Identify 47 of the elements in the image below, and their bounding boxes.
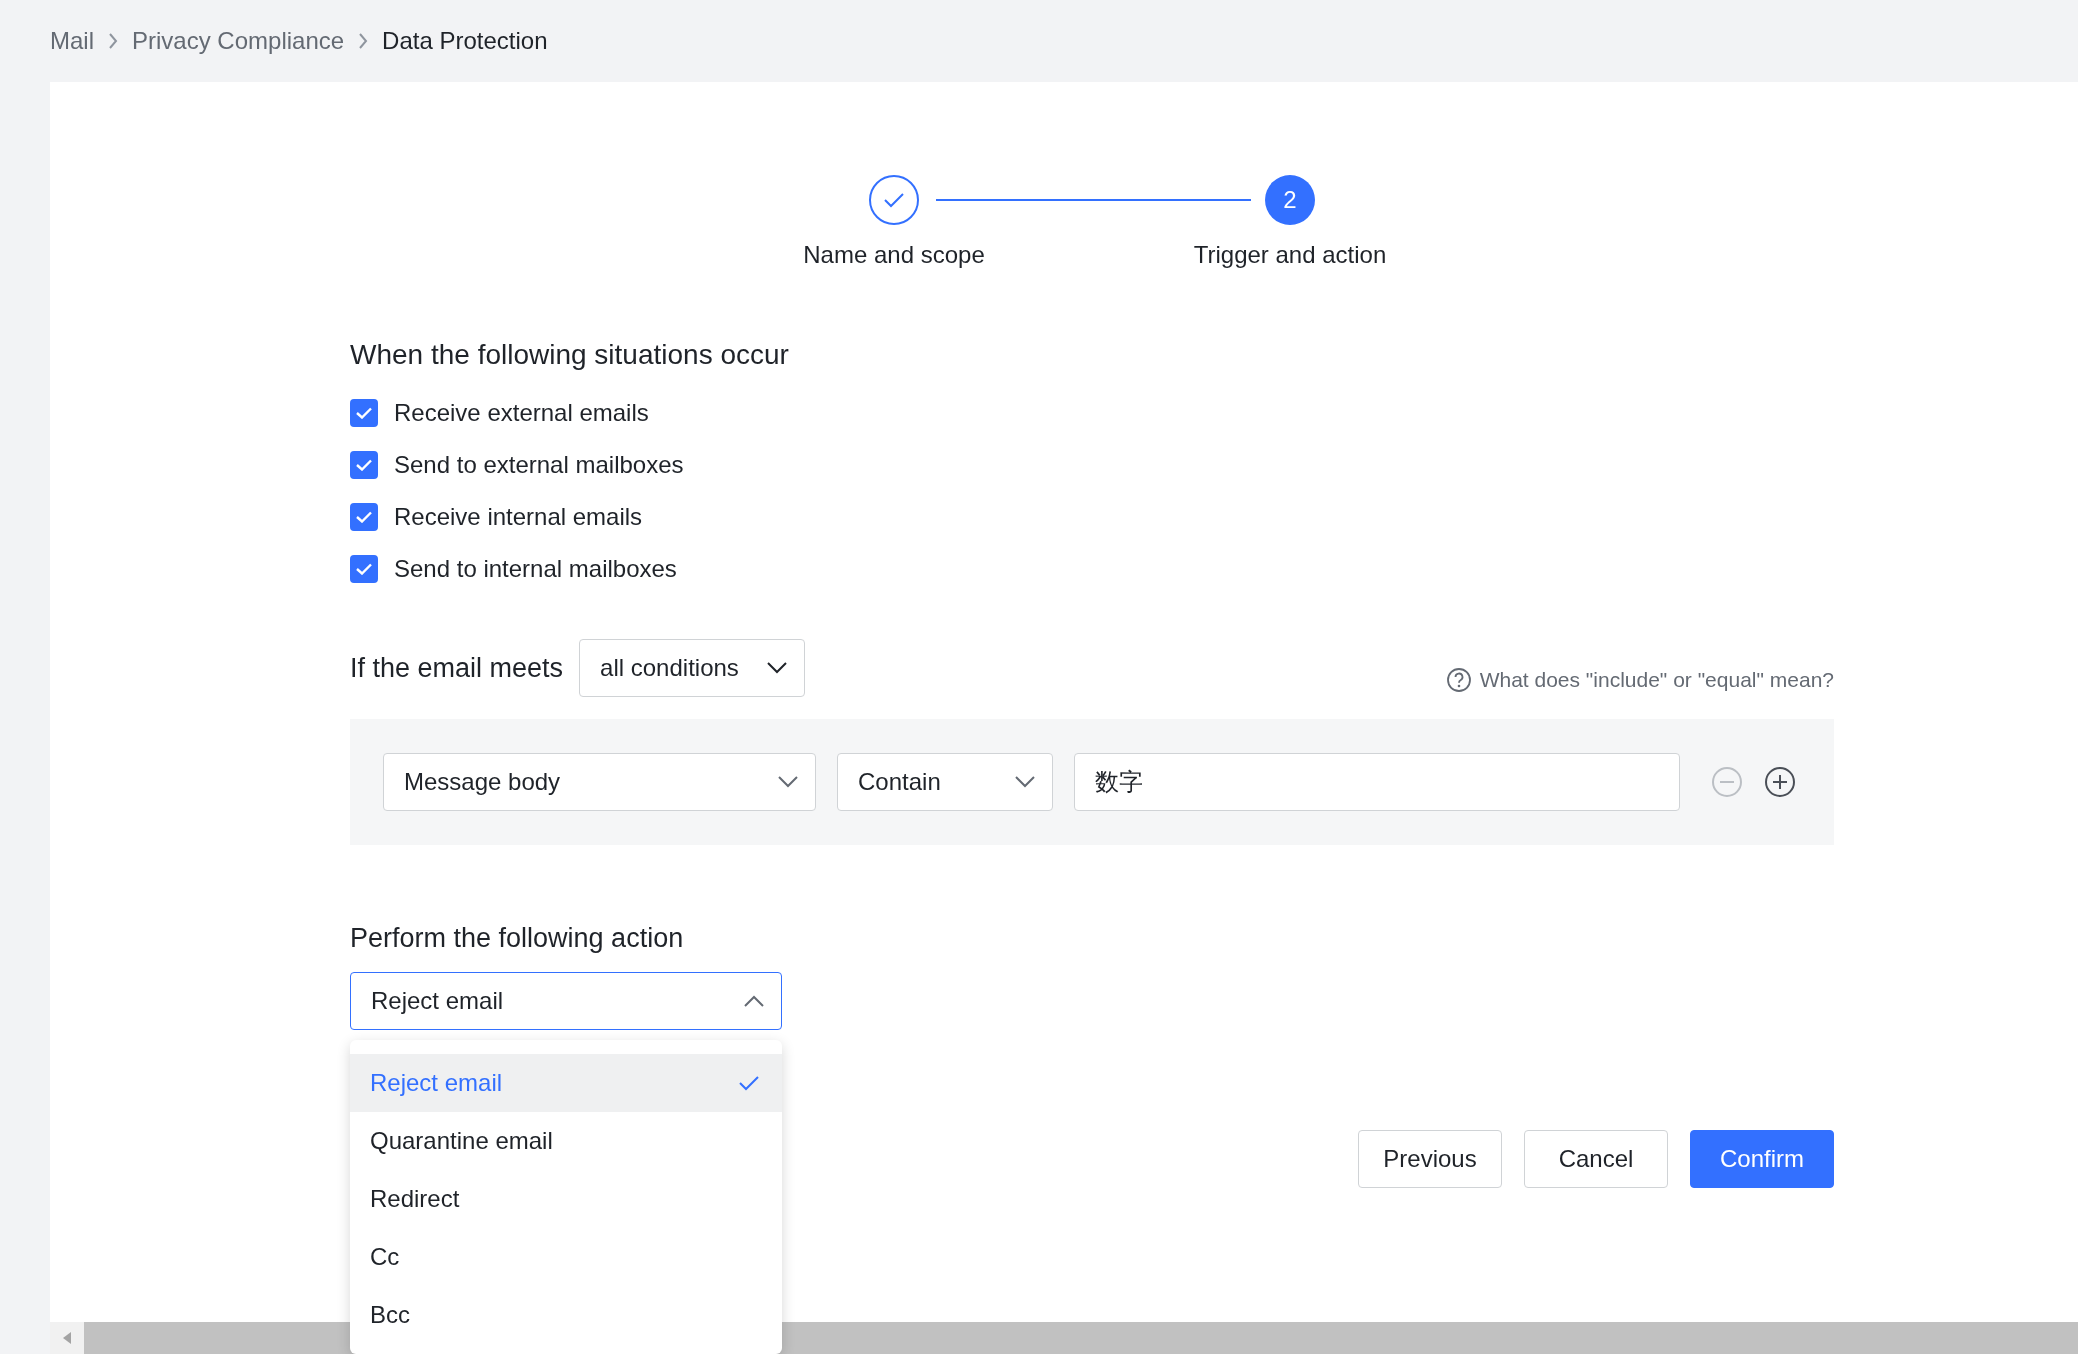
confirm-button[interactable]: Confirm xyxy=(1690,1130,1834,1188)
step-label: Name and scope xyxy=(803,241,985,269)
check-icon xyxy=(356,563,372,575)
secondary-button[interactable]: Cancel xyxy=(1524,1130,1668,1188)
secondary-button[interactable]: Previous xyxy=(1358,1130,1502,1188)
dropdown-option[interactable]: Bcc xyxy=(350,1286,782,1344)
condition-label: If the email meets xyxy=(350,652,564,684)
checkbox-label: Receive internal emails xyxy=(394,503,643,531)
checkbox[interactable] xyxy=(350,399,378,427)
field-dropdown[interactable]: Message body xyxy=(383,753,816,811)
checkbox[interactable] xyxy=(350,555,378,583)
breadcrumb-link[interactable]: Mail xyxy=(50,27,94,55)
help-link[interactable]: What does "include" or "equal" mean? xyxy=(1445,667,1834,693)
value-input[interactable]: 数字 xyxy=(1074,753,1680,811)
help-icon xyxy=(1445,667,1472,693)
dropdown-option[interactable]: Redirect xyxy=(350,1170,782,1228)
checkbox-label: Send to internal mailboxes xyxy=(394,555,677,583)
check-icon xyxy=(356,407,372,419)
operator-dropdown[interactable]: Contain xyxy=(837,753,1053,811)
section-title: Perform the following action xyxy=(350,923,685,954)
chevron-down-icon xyxy=(766,661,789,675)
checkbox[interactable] xyxy=(350,503,378,531)
check-icon xyxy=(356,511,372,523)
check-icon xyxy=(356,459,372,471)
checkbox-label: Receive external emails xyxy=(394,399,649,427)
checkbox[interactable] xyxy=(350,451,378,479)
plus-circle-icon[interactable] xyxy=(1764,766,1796,798)
chevron-down-icon xyxy=(777,775,799,789)
step-label: Trigger and action xyxy=(1193,241,1387,269)
chevron-right-icon xyxy=(108,32,118,50)
chevron-up-icon xyxy=(743,994,765,1008)
breadcrumb-current: Data Protection xyxy=(382,27,548,55)
section-title: When the following situations occur xyxy=(350,339,790,371)
left-arrow-icon[interactable] xyxy=(62,1331,72,1345)
check-icon xyxy=(883,192,905,208)
dropdown-option[interactable]: Cc xyxy=(350,1228,782,1286)
chevron-right-icon xyxy=(358,32,369,50)
dropdown-option[interactable]: Quarantine email xyxy=(350,1112,782,1170)
action-dropdown[interactable]: Reject email xyxy=(350,972,782,1030)
step-circle: 2 xyxy=(1265,175,1315,225)
check-icon xyxy=(738,1075,760,1091)
breadcrumb-link[interactable]: Privacy Compliance xyxy=(132,27,345,55)
match-dropdown[interactable]: all conditions xyxy=(579,639,806,697)
chevron-down-icon xyxy=(1014,775,1036,789)
dropdown-option[interactable]: Reject email xyxy=(350,1054,782,1112)
help-text: What does "include" or "equal" mean? xyxy=(1479,668,1834,692)
checkbox-label: Send to external mailboxes xyxy=(394,451,684,479)
